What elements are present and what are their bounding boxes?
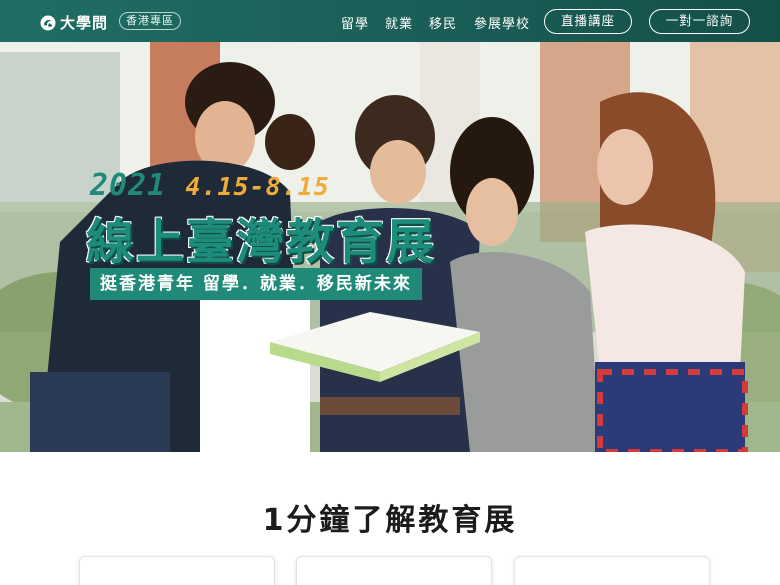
top-nav-bar: 大學問 香港專區 留學 就業 移民 參展學校 直播講座 一對一諮詢 xyxy=(0,0,780,42)
logo-text: 大學問 xyxy=(60,14,109,32)
consultation-button[interactable]: 一對一諮詢 xyxy=(649,9,750,34)
hero-date-range: 4.15-8.15 xyxy=(185,172,330,201)
hero-title: 線上臺灣教育展 xyxy=(86,214,437,270)
info-card[interactable] xyxy=(514,556,710,585)
info-card[interactable] xyxy=(296,556,492,585)
hero-year: 2021 xyxy=(90,168,167,203)
hero-date: 2021 4.15-8.15 xyxy=(90,168,330,203)
logo-icon xyxy=(40,15,56,30)
nav-link-immigration[interactable]: 移民 xyxy=(429,13,457,32)
nav-link-study[interactable]: 留學 xyxy=(341,13,369,32)
hero-banner[interactable]: 2021 4.15-8.15 線上臺灣教育展 挺香港青年 留學．就業．移民新未來 xyxy=(0,42,780,452)
section-title: 1分鐘了解教育展 xyxy=(262,503,518,538)
site-logo[interactable]: 大學問 xyxy=(40,12,108,33)
nav-link-employment[interactable]: 就業 xyxy=(385,13,413,32)
info-card[interactable] xyxy=(79,556,275,585)
nav-link-schools[interactable]: 參展學校 xyxy=(474,13,530,32)
region-badge[interactable]: 香港專區 xyxy=(119,12,181,30)
hero-subtitle: 挺香港青年 留學．就業．移民新未來 xyxy=(90,268,422,300)
live-lecture-button[interactable]: 直播講座 xyxy=(544,9,632,34)
